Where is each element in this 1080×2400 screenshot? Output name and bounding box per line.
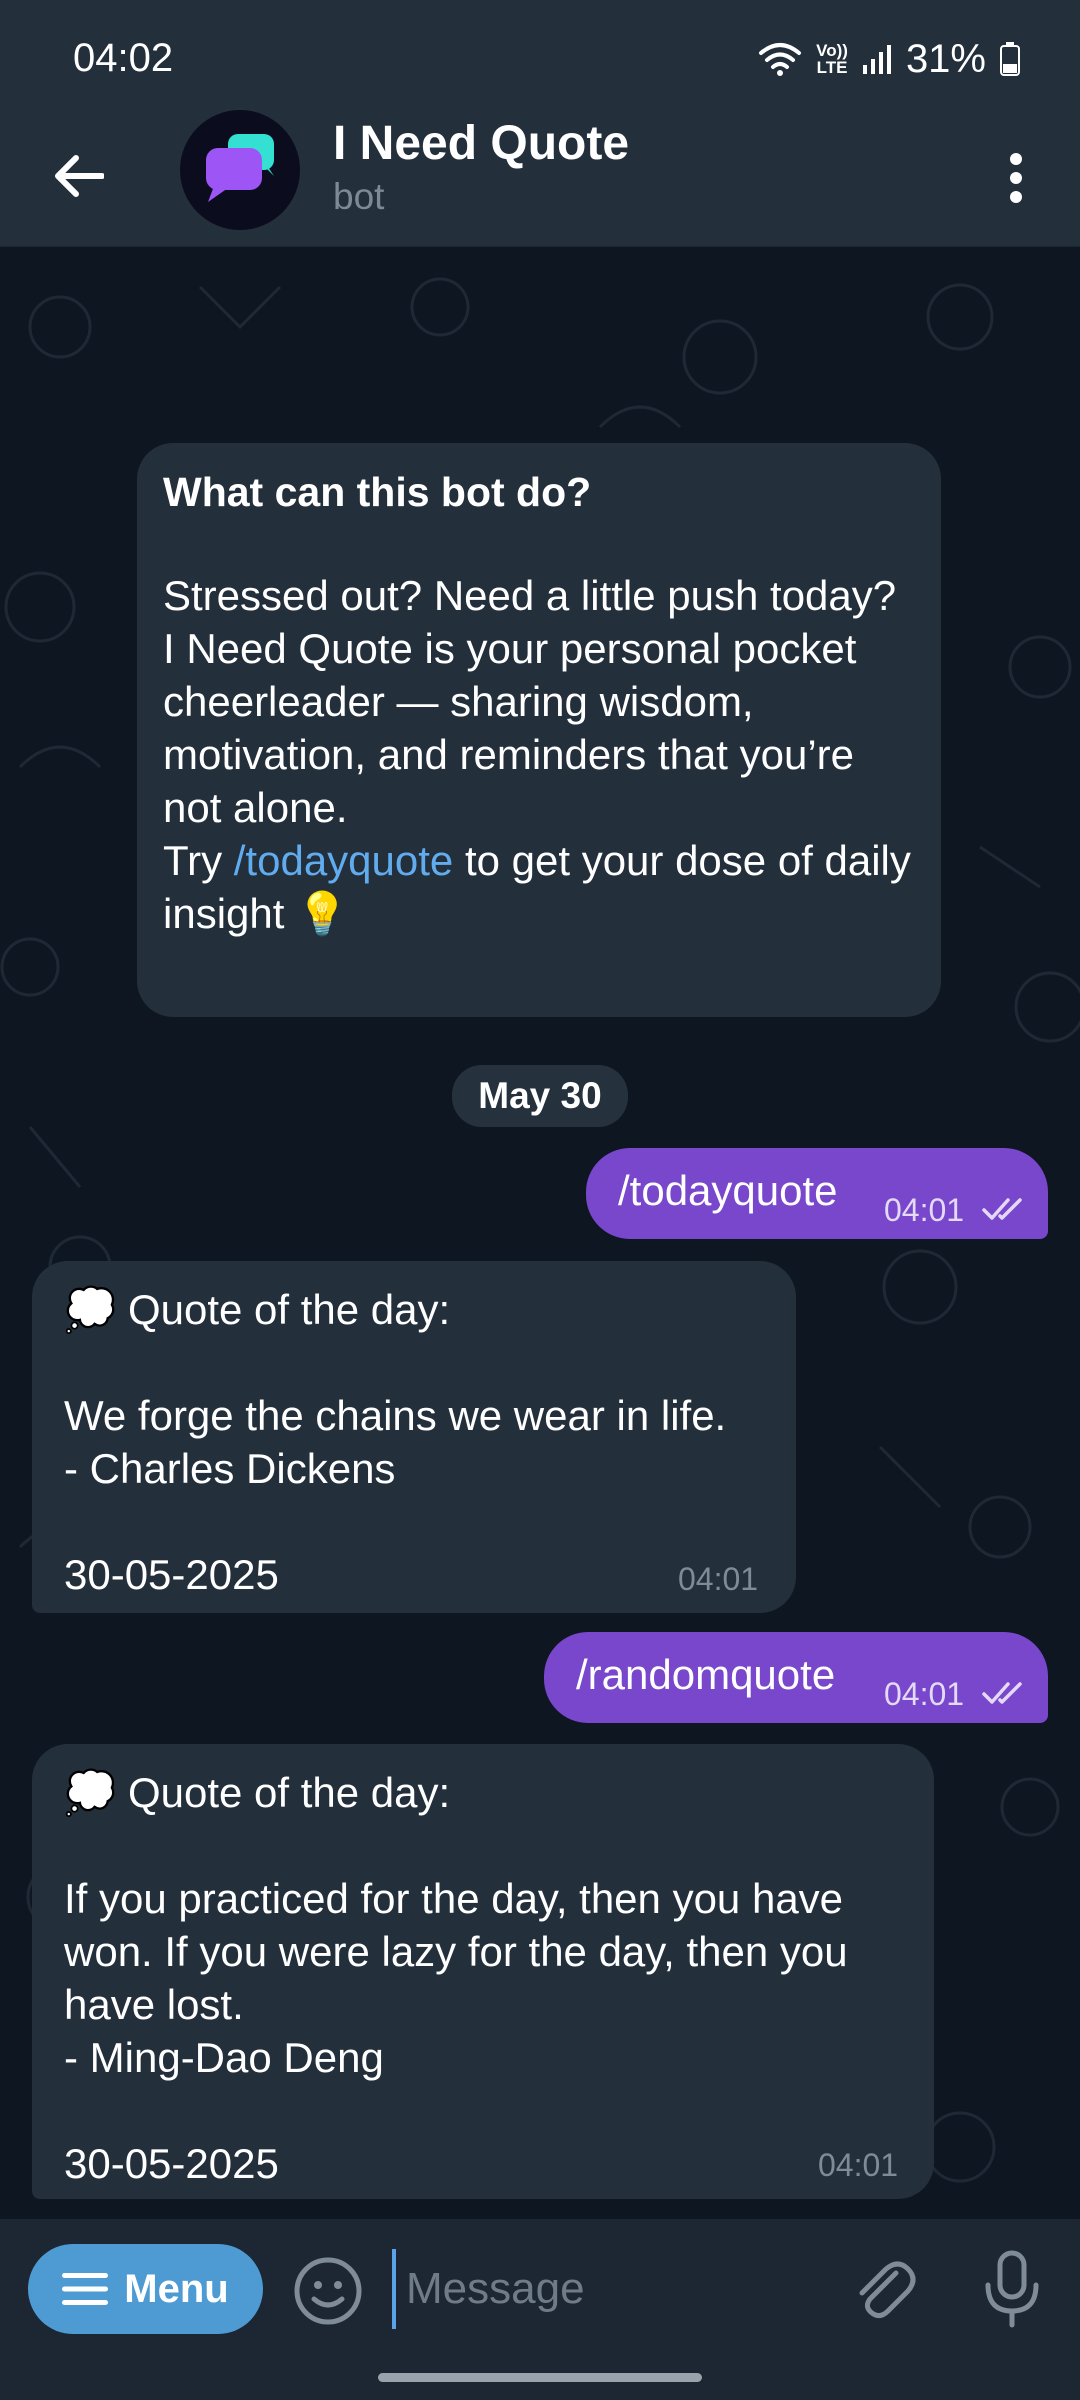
outgoing-message[interactable]: /todayquote 04:01	[586, 1148, 1048, 1239]
chat-area[interactable]: What can this bot do? Stressed out? Need…	[0, 247, 1080, 2219]
menu-button-label: Menu	[124, 2266, 229, 2311]
status-time: 04:02	[73, 36, 174, 80]
outgoing-message[interactable]: /randomquote 04:01	[544, 1632, 1048, 1723]
message-time: 04:01	[884, 1676, 965, 1712]
todayquote-command-link[interactable]: /todayquote	[234, 837, 454, 884]
status-icons: Vo)) LTE 31%	[758, 34, 1020, 84]
chat-title[interactable]: I Need Quote	[333, 116, 629, 171]
message-input[interactable]	[392, 2249, 822, 2329]
message-time: 04:01	[678, 1561, 759, 1597]
bot-intro-card: What can this bot do? Stressed out? Need…	[137, 443, 941, 1017]
message-text: /randomquote	[576, 1651, 836, 1698]
message-time: 04:01	[884, 1192, 965, 1228]
emoji-button[interactable]	[292, 2255, 364, 2327]
more-vert-icon	[1010, 153, 1022, 203]
bot-avatar[interactable]	[180, 110, 300, 230]
back-button[interactable]	[44, 142, 112, 210]
emoji-icon	[294, 2257, 362, 2325]
incoming-message[interactable]: 💭 Quote of the day: We forge the chains …	[32, 1261, 796, 1613]
mic-icon	[985, 2250, 1039, 2328]
chat-header: I Need Quote bot	[0, 110, 1080, 247]
more-options-button[interactable]	[982, 138, 1050, 218]
double-check-icon	[982, 1682, 1022, 1704]
menu-lines-icon	[62, 2273, 109, 2305]
attach-button[interactable]	[846, 2253, 918, 2325]
bot-intro-description: Stressed out? Need a little push today? …	[163, 569, 915, 940]
message-text: /todayquote	[618, 1167, 838, 1214]
status-bar: 04:02 Vo)) LTE 31%	[0, 0, 1080, 110]
network-type-label: Vo)) LTE	[816, 41, 848, 77]
message-time: 04:01	[818, 2147, 899, 2183]
date-separator: May 30	[452, 1065, 628, 1127]
bot-intro-title: What can this bot do?	[163, 469, 592, 515]
attach-icon	[859, 2261, 916, 2319]
quote-message-text: 💭 Quote of the day: If you practiced for…	[64, 1769, 848, 2187]
wifi-icon	[759, 43, 802, 76]
double-check-icon	[982, 1198, 1022, 1220]
chat-subtitle: bot	[333, 176, 385, 217]
battery-icon	[1000, 42, 1020, 76]
battery-percentage: 31%	[905, 36, 986, 81]
bot-menu-button[interactable]: Menu	[28, 2244, 263, 2334]
signal-icon	[862, 45, 891, 74]
quote-message-text: 💭 Quote of the day: We forge the chains …	[64, 1286, 727, 1598]
incoming-message[interactable]: 💭 Quote of the day: If you practiced for…	[32, 1744, 934, 2199]
home-indicator[interactable]	[378, 2373, 702, 2382]
chat-bubble-logo-icon	[206, 134, 274, 202]
voice-message-button[interactable]	[976, 2249, 1048, 2329]
back-arrow-icon	[55, 155, 104, 197]
